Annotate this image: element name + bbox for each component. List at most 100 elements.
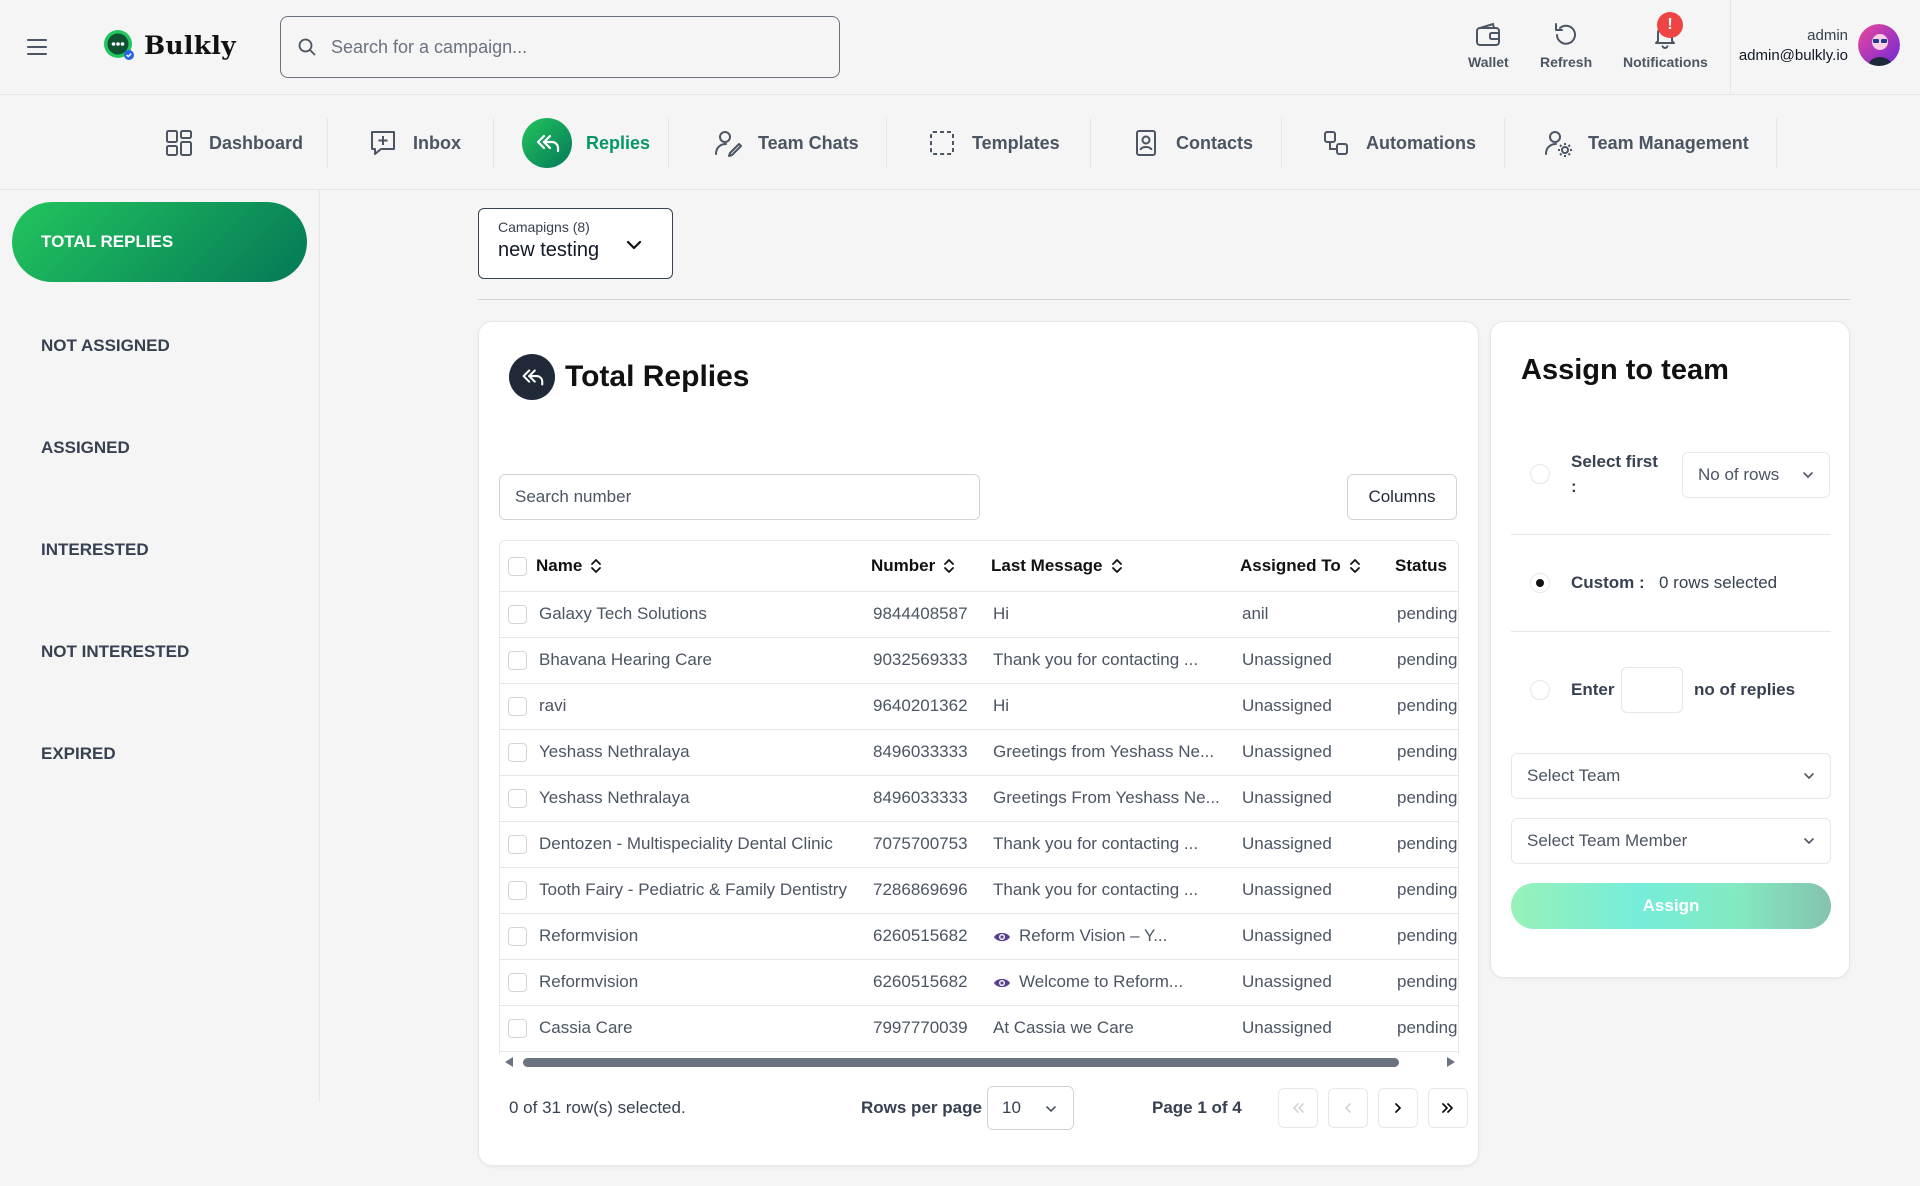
hamburger-menu-icon[interactable] [22, 32, 52, 62]
campaign-search-input[interactable] [331, 36, 811, 58]
replies-count-input[interactable] [1621, 667, 1683, 713]
main-nav: Dashboard Inbox Replies Team Chats Templ… [0, 96, 1920, 190]
nav-inbox[interactable]: Inbox [367, 118, 461, 168]
row-checkbox[interactable] [508, 1019, 527, 1038]
cell-last-message: At Cassia we Care [991, 1005, 1240, 1052]
table-row[interactable]: Tooth Fairy - Pediatric & Family Dentist… [500, 867, 1458, 914]
column-header-status[interactable]: Status [1395, 541, 1458, 592]
nav-dashboard[interactable]: Dashboard [163, 118, 303, 168]
chevron-right-icon [1395, 1103, 1401, 1113]
eye-icon [994, 932, 1010, 941]
user-menu[interactable]: admin admin@bulkly.io [1739, 24, 1900, 66]
row-checkbox[interactable] [508, 743, 527, 762]
nav-templates[interactable]: Templates [926, 118, 1060, 168]
message-text: Thank you for contacting ... [993, 880, 1199, 899]
scroll-left-arrow-icon[interactable] [505, 1057, 513, 1067]
nav-automations[interactable]: Automations [1320, 118, 1476, 168]
sort-icon [591, 559, 602, 574]
previous-page-button[interactable] [1328, 1088, 1368, 1128]
nav-label: Replies [586, 132, 651, 153]
sidebar-item-total-replies[interactable]: TOTAL REPLIES [12, 202, 307, 282]
select-team-dropdown[interactable]: Select Team [1511, 753, 1831, 799]
sidebar-item-expired[interactable]: EXPIRED [12, 714, 307, 794]
select-team-member-dropdown[interactable]: Select Team Member [1511, 818, 1831, 864]
cell-status: pending [1395, 729, 1458, 776]
chevron-down-icon [1046, 1106, 1056, 1113]
column-header-last-message[interactable]: Last Message [991, 541, 1240, 592]
cell-assigned-to: Unassigned [1240, 729, 1395, 776]
row-checkbox[interactable] [508, 973, 527, 992]
top-header: Bulkly Wallet Refresh ! Notifications ad… [0, 0, 1920, 95]
table-row[interactable]: Galaxy Tech Solutions 9844408587 Hi anil pen… [500, 591, 1458, 638]
assign-button[interactable]: Assign [1511, 883, 1831, 929]
cell-name: Yeshass Nethralaya [536, 729, 871, 776]
message-text: Welcome to Reform... [1019, 972, 1184, 991]
campaign-search[interactable] [280, 16, 840, 78]
nav-replies[interactable]: Replies [522, 118, 650, 168]
sidebar-item-interested[interactable]: INTERESTED [12, 510, 307, 590]
row-checkbox[interactable] [508, 927, 527, 946]
table-row[interactable]: Dentozen - Multispeciality Dental Clinic… [500, 821, 1458, 868]
refresh-button[interactable]: Refresh [1540, 20, 1592, 70]
campaign-select[interactable]: Camapigns (8) new testing [478, 208, 673, 279]
number-search-input[interactable] [499, 474, 980, 520]
divider [478, 299, 1850, 300]
divider [1511, 631, 1831, 632]
table-row[interactable]: Reformvision 6260515682 Welcome to Reform.… [500, 959, 1458, 1006]
nav-team-chats[interactable]: Team Chats [712, 118, 859, 168]
custom-radio[interactable] [1530, 573, 1550, 593]
scrollbar-thumb[interactable] [523, 1058, 1399, 1067]
column-header-assigned-to[interactable]: Assigned To [1240, 541, 1395, 592]
row-checkbox[interactable] [508, 881, 527, 900]
last-page-button[interactable] [1428, 1088, 1468, 1128]
avatar[interactable] [1858, 24, 1900, 66]
cell-name: Cassia Care [536, 1005, 871, 1052]
sidebar-item-not-interested[interactable]: NOT INTERESTED [12, 612, 307, 692]
horizontal-scrollbar[interactable] [499, 1054, 1459, 1070]
scroll-right-arrow-icon[interactable] [1447, 1057, 1455, 1067]
wallet-button[interactable]: Wallet [1468, 20, 1509, 70]
table-row[interactable]: Cassia Care 7997770039 At Cassia we Care Un… [500, 1005, 1458, 1052]
nav-label: Inbox [413, 132, 461, 153]
select-first-radio[interactable] [1530, 464, 1550, 484]
row-checkbox[interactable] [508, 605, 527, 624]
cell-number: 7286869696 [871, 867, 991, 914]
table-row[interactable]: ravi 9640201362 Hi Unassigned pending [500, 683, 1458, 730]
columns-button[interactable]: Columns [1347, 474, 1457, 520]
table-row[interactable]: Yeshass Nethralaya 8496033333 Greetings fr… [500, 729, 1458, 776]
message-text: Greetings from Yeshass Ne... [993, 742, 1215, 761]
cell-name: Bhavana Hearing Care [536, 637, 871, 684]
cell-last-message: Greetings from Yeshass Ne... [991, 729, 1240, 776]
no-of-rows-select[interactable]: No of rows [1682, 452, 1830, 498]
select-all-checkbox[interactable] [508, 556, 527, 576]
nav-contacts[interactable]: Contacts [1130, 118, 1253, 168]
cell-last-message: Thank you for contacting ... [991, 821, 1240, 868]
row-checkbox[interactable] [508, 789, 527, 808]
dashboard-icon [163, 127, 195, 159]
wallet-label: Wallet [1468, 54, 1509, 70]
cell-name: Reformvision [536, 959, 871, 1006]
enter-count-radio[interactable] [1530, 680, 1550, 700]
next-page-button[interactable] [1378, 1088, 1418, 1128]
column-header-number[interactable]: Number [871, 541, 991, 592]
table-row[interactable]: Bhavana Hearing Care 9032569333 Thank you … [500, 637, 1458, 684]
sidebar-item-not-assigned[interactable]: NOT ASSIGNED [12, 306, 307, 386]
divider [1511, 534, 1831, 535]
row-checkbox[interactable] [508, 835, 527, 854]
column-header-name[interactable]: Name [536, 541, 871, 592]
rows-per-page-select[interactable]: 10 [987, 1086, 1074, 1130]
app-logo[interactable]: Bulkly [102, 28, 236, 62]
cell-status: pending [1395, 959, 1458, 1006]
table-row[interactable]: Yeshass Nethralaya 8496033333 Greetings Fr… [500, 775, 1458, 822]
cell-last-message: Hi [991, 683, 1240, 730]
cell-assigned-to: Unassigned [1240, 1005, 1395, 1052]
table-row[interactable]: Reformvision 6260515682 Reform Vision – Y.… [500, 913, 1458, 960]
first-page-button[interactable] [1278, 1088, 1318, 1128]
sidebar-item-assigned[interactable]: ASSIGNED [12, 408, 307, 488]
message-text: Greetings From Yeshass Ne... [993, 788, 1220, 807]
notifications-button[interactable]: ! Notifications [1623, 12, 1708, 70]
row-checkbox[interactable] [508, 651, 527, 670]
cell-status: pending [1395, 913, 1458, 960]
row-checkbox[interactable] [508, 697, 527, 716]
nav-team-management[interactable]: Team Management [1542, 118, 1749, 168]
